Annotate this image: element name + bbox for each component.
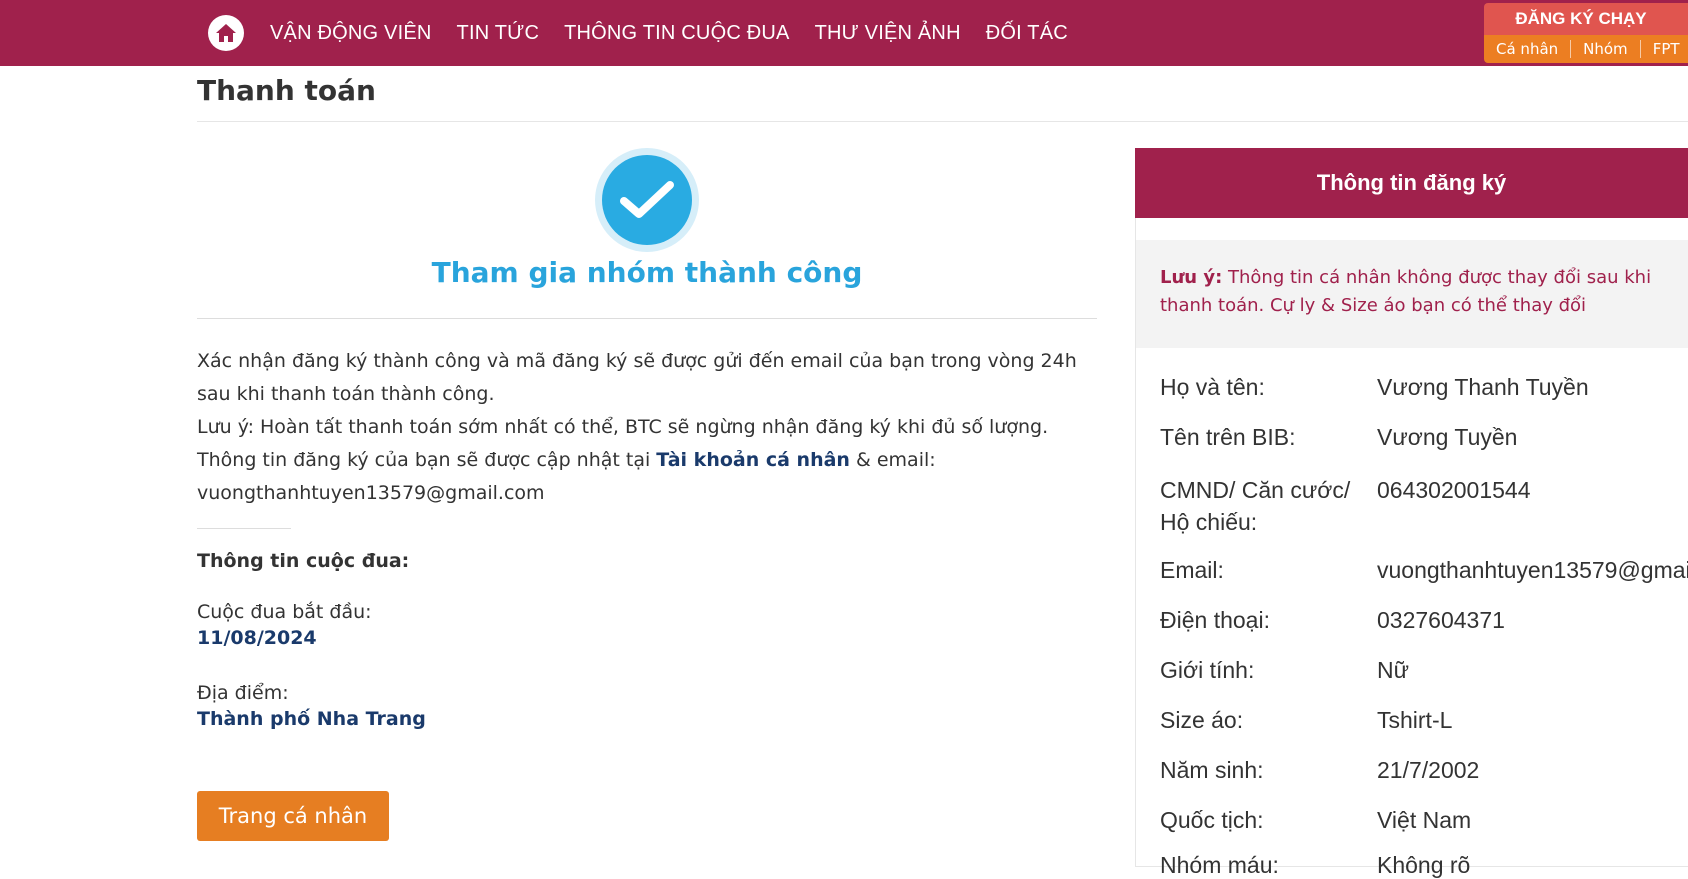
label-blood-type: Nhóm máu:	[1160, 852, 1279, 878]
confirmation-message: Xác nhận đăng ký thành công và mã đăng k…	[197, 345, 1102, 510]
label-bib-name: Tên trên BIB:	[1160, 424, 1296, 450]
success-heading: Tham gia nhóm thành công	[431, 256, 863, 289]
success-divider	[197, 318, 1097, 319]
nav-gallery[interactable]: THƯ VIỆN ẢNH	[815, 22, 961, 45]
value-gender: Nữ	[1377, 657, 1410, 683]
value-email: vuongthanhtuyen13579@gmail.com	[1377, 557, 1688, 583]
main-nav: VẬN ĐỘNG VIÊN TIN TỨC THÔNG TIN CUỘC ĐUA…	[270, 0, 1093, 66]
message-line-1: Xác nhận đăng ký thành công và mã đăng k…	[197, 350, 1077, 405]
panel-note: Lưu ý: Thông tin cá nhân không được thay…	[1136, 240, 1688, 348]
register-group[interactable]: Nhóm	[1571, 40, 1641, 58]
register-individual[interactable]: Cá nhân	[1484, 40, 1572, 58]
race-location: Thành phố Nha Trang	[197, 708, 426, 730]
value-birth-date: 21/7/2002	[1377, 757, 1480, 783]
label-id-number: CMND/ Căn cước/ Hộ chiếu:	[1160, 477, 1351, 535]
nav-news[interactable]: TIN TỨC	[457, 22, 540, 45]
top-navbar: VẬN ĐỘNG VIÊN TIN TỨC THÔNG TIN CUỘC ĐUA…	[0, 0, 1688, 66]
value-blood-type: Không rõ	[1377, 852, 1471, 878]
title-divider	[197, 121, 1688, 122]
race-info-heading: Thông tin cuộc đua:	[197, 550, 410, 572]
profile-button[interactable]: Trang cá nhân	[197, 791, 389, 841]
label-phone: Điện thoại:	[1160, 607, 1270, 633]
note-label: Lưu ý:	[1160, 267, 1223, 288]
checkmark-icon	[602, 155, 692, 245]
label-full-name: Họ và tên:	[1160, 374, 1265, 400]
race-start-label: Cuộc đua bắt đầu:	[197, 601, 372, 623]
message-line-3-suffix: & email:	[849, 449, 936, 471]
label-shirt-size: Size áo:	[1160, 707, 1244, 733]
panel-title: Thông tin đăng ký	[1135, 148, 1688, 218]
register-box: ĐĂNG KÝ CHẠY Cá nhân Nhóm FPT	[1484, 3, 1688, 63]
register-options: Cá nhân Nhóm FPT	[1484, 35, 1688, 63]
nav-partners[interactable]: ĐỐI TÁC	[986, 22, 1068, 45]
value-shirt-size: Tshirt-L	[1377, 707, 1453, 733]
race-location-label: Địa điểm:	[197, 682, 289, 704]
label-gender: Giới tính:	[1160, 657, 1255, 683]
label-birth-date: Năm sinh:	[1160, 757, 1264, 783]
nav-athletes[interactable]: VẬN ĐỘNG VIÊN	[270, 22, 432, 45]
nav-race-info[interactable]: THÔNG TIN CUỘC ĐUA	[564, 22, 789, 45]
label-email: Email:	[1160, 557, 1224, 583]
message-line-2: Lưu ý: Hoàn tất thanh toán sớm nhất có t…	[197, 416, 1049, 438]
value-id-number: 064302001544	[1377, 477, 1531, 503]
page-title: Thanh toán	[197, 74, 376, 107]
note-text: Thông tin cá nhân không được thay đổi sa…	[1160, 267, 1652, 316]
home-icon[interactable]	[208, 15, 244, 51]
short-divider	[197, 528, 291, 529]
value-phone: 0327604371	[1377, 607, 1505, 633]
success-badge	[595, 148, 699, 252]
register-title[interactable]: ĐĂNG KÝ CHẠY	[1484, 3, 1688, 35]
message-line-3: Thông tin đăng ký của bạn sẽ được cập nh…	[197, 444, 1102, 477]
value-nationality: Việt Nam	[1377, 807, 1472, 833]
race-start-date: 11/08/2024	[197, 627, 317, 649]
label-nationality: Quốc tịch:	[1160, 807, 1264, 833]
personal-account-link[interactable]: Tài khoản cá nhân	[656, 449, 850, 471]
register-fpt[interactable]: FPT	[1641, 40, 1688, 58]
value-bib-name: Vương Tuyền	[1377, 424, 1518, 450]
message-line-3-prefix: Thông tin đăng ký của bạn sẽ được cập nh…	[197, 449, 657, 471]
value-full-name: Vương Thanh Tuyền	[1377, 374, 1589, 400]
user-email: vuongthanhtuyen13579@gmail.com	[197, 482, 545, 504]
